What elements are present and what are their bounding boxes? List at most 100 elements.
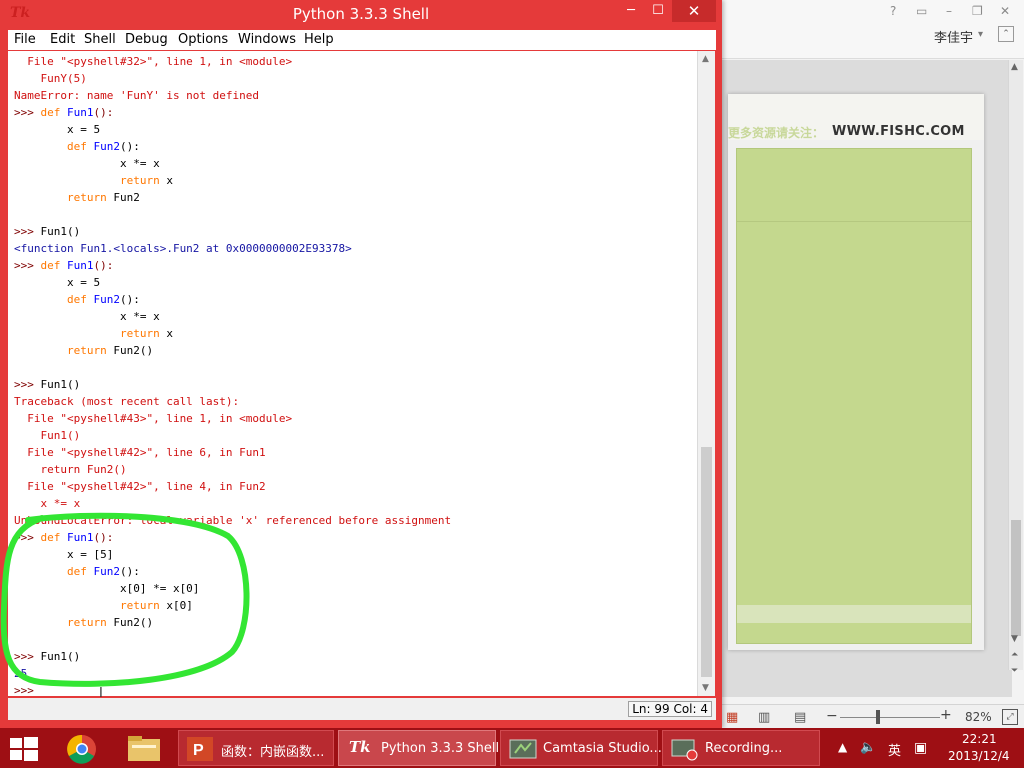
chevron-down-icon[interactable]: ▾ [978, 29, 983, 40]
slide-footer-bar [737, 605, 971, 623]
code-line: File "<pyshell#43>", line 1, in <module> [14, 412, 293, 425]
menu-debug[interactable]: Debug [125, 32, 168, 47]
cursor-position: Ln: 99 Col: 4 [628, 701, 712, 717]
minimize-button[interactable]: ─ [618, 0, 644, 22]
code-line: FunY(5) [14, 72, 87, 85]
taskbar-item-label: Recording... [705, 741, 783, 756]
network-icon[interactable]: ▣ [914, 740, 927, 756]
recording-icon [671, 739, 698, 761]
python-shell-window: Tk Python 3.3.3 Shell ─ ☐ ✕ File Edit Sh… [0, 0, 722, 728]
code-line: File "<pyshell#42>", line 6, in Fun1 [14, 446, 266, 459]
volume-icon[interactable]: 🔈 [860, 740, 876, 755]
scroll-thumb[interactable] [701, 447, 712, 677]
windows-start-icon[interactable] [8, 736, 40, 762]
menu-options[interactable]: Options [178, 32, 228, 47]
menu-help[interactable]: Help [304, 32, 334, 47]
clock-date[interactable]: 2013/12/4 [948, 749, 1010, 763]
camtasia-icon [509, 739, 537, 759]
slide-banner-faint-text: 更多资源请关注： [728, 126, 825, 140]
ppt-vertical-scrollbar[interactable]: ▲ ▼ ⏶ ⏷ [1008, 60, 1023, 676]
taskbar-item-powerpoint[interactable]: P 函数：内嵌函数... [178, 730, 334, 766]
fit-slide-icon[interactable]: ⤢ [1002, 709, 1018, 725]
powerpoint-window: ? ▭ – ❐ ✕ 李佳宇 ▾ ⌃ 更多资源请关注： WWW.FISHC.COM… [716, 0, 1024, 729]
code-line: return Fun2() [66, 616, 154, 629]
close-button[interactable]: ✕ [672, 0, 716, 22]
minimize-icon[interactable]: – [946, 4, 952, 18]
close-icon[interactable]: ✕ [1000, 4, 1010, 18]
code-line: x *= x [14, 157, 160, 170]
powerpoint-icon: P [187, 737, 213, 761]
menu-bar: File Edit Shell Debug Options Windows He… [8, 30, 716, 50]
clock-time[interactable]: 22:21 [962, 732, 997, 746]
taskbar-item-label: Python 3.3.3 Shell [381, 741, 500, 756]
code-line: File "<pyshell#32>", line 1, in <module> [14, 55, 293, 68]
code-line: Traceback (most recent call last): [14, 395, 240, 408]
zoom-slider[interactable] [840, 717, 940, 718]
zoom-level[interactable]: 82% [965, 710, 992, 724]
code-line: >>> [14, 684, 41, 696]
taskbar: P 函数：内嵌函数... Tk Python 3.3.3 Shell Camta… [0, 728, 1024, 768]
shell-text-area[interactable]: File "<pyshell#32>", line 1, in <module>… [8, 51, 697, 696]
code-line: return x [119, 327, 173, 340]
next-slide-icon[interactable]: ⏷ [1011, 666, 1018, 676]
taskbar-item-label: 函数：内嵌函数... [221, 745, 325, 760]
code-line: Fun1() [14, 429, 81, 442]
slide-divider [737, 221, 971, 222]
code-line: x[0] *= x[0] [14, 582, 200, 595]
slideshow-icon[interactable]: ▤ [794, 710, 806, 725]
reading-view-icon[interactable]: ▥ [758, 710, 770, 725]
svg-text:P: P [193, 742, 204, 759]
code-line: >>> def Fun1(): [14, 259, 114, 272]
code-line: return Fun2() [66, 344, 154, 357]
chrome-icon[interactable] [56, 731, 108, 767]
file-explorer-icon[interactable] [118, 731, 170, 767]
menu-windows[interactable]: Windows [238, 32, 296, 47]
zoom-slider-thumb[interactable] [876, 710, 880, 724]
help-icon[interactable]: ? [890, 4, 896, 18]
code-line: x = 5 [14, 276, 101, 289]
zoom-in-button[interactable]: + [940, 707, 952, 723]
menu-shell[interactable]: Shell [84, 32, 116, 47]
code-line: x *= x [14, 310, 160, 323]
scroll-down-icon[interactable]: ▼ [1011, 634, 1018, 644]
scroll-up-icon[interactable]: ▲ [702, 54, 709, 64]
taskbar-item-label: Camtasia Studio... [543, 741, 662, 756]
text-cursor-icon: I [99, 686, 103, 701]
menu-file[interactable]: File [14, 32, 36, 47]
ppt-ribbon-area: ? ▭ – ❐ ✕ 李佳宇 ▾ ⌃ [716, 0, 1024, 59]
status-bar: Ln: 99 Col: 4 [8, 698, 716, 720]
code-line: return x [119, 174, 173, 187]
user-name[interactable]: 李佳宇 [934, 27, 973, 46]
slide-canvas: 更多资源请关注： WWW.FISHC.COM [722, 60, 1012, 697]
scroll-up-icon[interactable]: ▲ [1011, 62, 1018, 72]
code-line: NameError: name 'FunY' is not defined [14, 89, 260, 102]
maximize-button[interactable]: ☐ [645, 0, 671, 22]
code-line: >>> def Fun1(): [14, 531, 114, 544]
vertical-scrollbar[interactable]: ▲ ▼ [697, 51, 715, 696]
ppt-scroll-thumb[interactable] [1011, 520, 1021, 636]
ime-indicator[interactable]: 英 [888, 740, 901, 759]
code-line: x *= x [14, 497, 81, 510]
normal-view-icon[interactable]: ▦ [726, 710, 738, 725]
code-line: >>> Fun1() [14, 225, 81, 238]
taskbar-item-camtasia[interactable]: Camtasia Studio... [500, 730, 662, 766]
taskbar-item-recording[interactable]: Recording... [662, 730, 820, 766]
prev-slide-icon[interactable]: ⏶ [1011, 650, 1018, 660]
menu-edit[interactable]: Edit [50, 32, 75, 47]
show-hidden-icons-icon[interactable]: ▲ [838, 740, 847, 754]
code-line: 25 [14, 667, 28, 680]
taskbar-item-python-shell[interactable]: Tk Python 3.3.3 Shell [338, 730, 500, 766]
scroll-down-icon[interactable]: ▼ [702, 683, 709, 693]
restore-icon[interactable]: ❐ [972, 4, 983, 18]
code-line: return Fun2 [66, 191, 140, 204]
ribbon-display-icon[interactable]: ▭ [916, 4, 927, 18]
code-line: <function Fun1.<locals>.Fun2 at 0x000000… [14, 242, 352, 255]
ribbon-toggle-icon[interactable]: ⌃ [998, 26, 1014, 42]
slide-banner-text: WWW.FISHC.COM [832, 124, 965, 139]
code-line: >>> Fun1() [14, 378, 81, 391]
zoom-out-button[interactable]: − [826, 708, 838, 724]
tk-icon: Tk [349, 738, 371, 756]
code-line: def Fun2(): [66, 140, 140, 153]
slide[interactable]: 更多资源请关注： WWW.FISHC.COM [728, 94, 984, 650]
code-line: UnboundLocalError: local variable 'x' re… [14, 514, 452, 527]
